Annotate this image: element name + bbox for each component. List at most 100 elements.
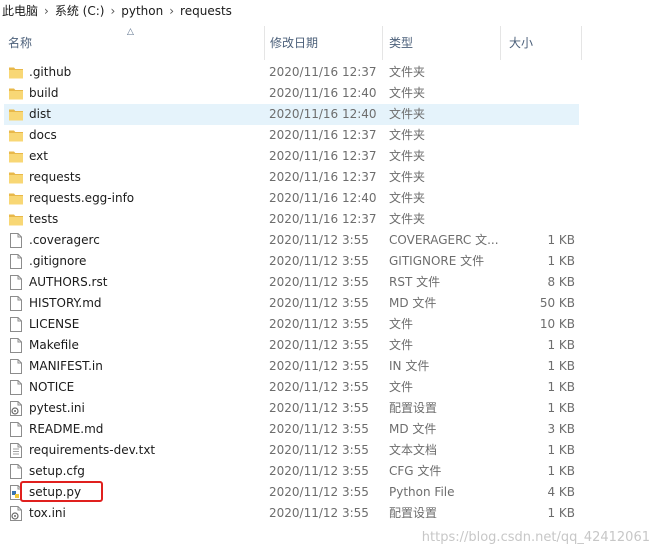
file-icon	[9, 230, 25, 251]
column-header-row: 名称 △ 修改日期 类型 大小	[0, 26, 658, 60]
file-date: 2020/11/16 12:40	[269, 107, 377, 121]
folder-row[interactable]: requests.egg-info 2020/11/16 12:40 文件夹	[0, 188, 658, 209]
file-name[interactable]: AUTHORS.rst	[29, 272, 261, 293]
file-row[interactable]: .gitignore 2020/11/12 3:55 GITIGNORE 文件 …	[0, 251, 658, 272]
folder-icon	[9, 209, 25, 230]
breadcrumb-separator-icon: ›	[110, 4, 116, 18]
file-row[interactable]: pytest.ini 2020/11/12 3:55 配置设置 1 KB	[0, 398, 658, 419]
file-name[interactable]: requests.egg-info	[29, 188, 261, 209]
file-row[interactable]: MANIFEST.in 2020/11/12 3:55 IN 文件 1 KB	[0, 356, 658, 377]
highlight-annotation	[20, 481, 103, 502]
file-date: 2020/11/12 3:55	[269, 485, 369, 499]
folder-row[interactable]: .github 2020/11/16 12:37 文件夹	[0, 62, 658, 83]
file-name[interactable]: .coveragerc	[29, 230, 261, 251]
file-size: 1 KB	[547, 380, 575, 394]
file-name[interactable]: requests	[29, 167, 261, 188]
file-size: 1 KB	[547, 506, 575, 520]
file-date: 2020/11/12 3:55	[269, 317, 369, 331]
file-type: 文件夹	[389, 191, 426, 205]
column-header-name[interactable]: 名称 △	[0, 26, 264, 60]
file-row[interactable]: NOTICE 2020/11/12 3:55 文件 1 KB	[0, 377, 658, 398]
file-name[interactable]: LICENSE	[29, 314, 261, 335]
folder-icon	[9, 125, 25, 146]
column-header-date[interactable]: 修改日期	[264, 26, 382, 60]
file-icon	[9, 356, 25, 377]
file-size: 1 KB	[547, 464, 575, 478]
folder-icon	[9, 83, 25, 104]
file-size: 4 KB	[547, 485, 575, 499]
file-size	[500, 62, 575, 83]
file-type: IN 文件	[389, 359, 430, 373]
file-type: GITIGNORE 文件	[389, 254, 485, 268]
file-name[interactable]: requirements-dev.txt	[29, 440, 261, 461]
file-row[interactable]: .coveragerc 2020/11/12 3:55 COVERAGERC 文…	[0, 230, 658, 251]
file-date: 2020/11/12 3:55	[269, 506, 369, 520]
breadcrumb-separator-icon: ›	[44, 4, 49, 18]
file-name[interactable]: .github	[29, 62, 261, 83]
file-date: 2020/11/12 3:55	[269, 359, 369, 373]
file-size: 1 KB	[547, 401, 575, 415]
file-row[interactable]: Makefile 2020/11/12 3:55 文件 1 KB	[0, 335, 658, 356]
file-date: 2020/11/16 12:40	[269, 86, 377, 100]
file-name[interactable]: docs	[29, 125, 261, 146]
file-size: 1 KB	[547, 338, 575, 352]
file-type: CFG 文件	[389, 464, 442, 478]
column-header-size[interactable]: 大小	[500, 26, 582, 60]
file-type: 文件夹	[389, 128, 426, 142]
folder-row[interactable]: requests 2020/11/16 12:37 文件夹	[0, 167, 658, 188]
file-date: 2020/11/12 3:55	[269, 401, 369, 415]
folder-icon	[9, 188, 25, 209]
file-row[interactable]: setup.cfg 2020/11/12 3:55 CFG 文件 1 KB	[0, 461, 658, 482]
file-type: RST 文件	[389, 275, 441, 289]
file-name[interactable]: MANIFEST.in	[29, 356, 261, 377]
file-date: 2020/11/12 3:55	[269, 380, 369, 394]
file-row[interactable]: tox.ini 2020/11/12 3:55 配置设置 1 KB	[0, 503, 658, 524]
folder-row[interactable]: docs 2020/11/16 12:37 文件夹	[0, 125, 658, 146]
file-name[interactable]: README.md	[29, 419, 261, 440]
file-type: 文件夹	[389, 107, 426, 121]
file-size	[500, 188, 575, 209]
file-size: 1 KB	[547, 254, 575, 268]
file-list: .github 2020/11/16 12:37 文件夹 build 2020/…	[0, 62, 658, 524]
file-name[interactable]: HISTORY.md	[29, 293, 261, 314]
file-row[interactable]: AUTHORS.rst 2020/11/12 3:55 RST 文件 8 KB	[0, 272, 658, 293]
file-name[interactable]: .gitignore	[29, 251, 261, 272]
file-name[interactable]: tests	[29, 209, 261, 230]
column-header-type[interactable]: 类型	[382, 26, 500, 60]
file-type: 配置设置	[389, 401, 438, 415]
file-row[interactable]: README.md 2020/11/12 3:55 MD 文件 3 KB	[0, 419, 658, 440]
file-row[interactable]: requirements-dev.txt 2020/11/12 3:55 文本文…	[0, 440, 658, 461]
file-date: 2020/11/12 3:55	[269, 443, 369, 457]
file-size: 8 KB	[547, 275, 575, 289]
file-icon	[9, 251, 25, 272]
file-name[interactable]: NOTICE	[29, 377, 261, 398]
folder-row[interactable]: dist 2020/11/16 12:40 文件夹	[0, 104, 658, 125]
config-file-icon	[9, 503, 25, 524]
file-date: 2020/11/16 12:37	[269, 128, 377, 142]
breadcrumb-item-requests[interactable]: requests	[177, 1, 235, 21]
breadcrumb-item-drive-c[interactable]: 系统 (C:)	[52, 1, 108, 21]
breadcrumb: 此电脑 › 系统 (C:) › python › requests	[0, 0, 658, 22]
file-date: 2020/11/16 12:37	[269, 65, 377, 79]
file-type: 文本文档	[389, 443, 438, 457]
file-name[interactable]: tox.ini	[29, 503, 261, 524]
folder-row[interactable]: build 2020/11/16 12:40 文件夹	[0, 83, 658, 104]
folder-row[interactable]: tests 2020/11/16 12:37 文件夹	[0, 209, 658, 230]
file-name[interactable]: pytest.ini	[29, 398, 261, 419]
file-size	[500, 167, 575, 188]
breadcrumb-item-this-pc[interactable]: 此电脑	[0, 1, 41, 21]
breadcrumb-item-python[interactable]: python	[118, 1, 166, 21]
folder-row[interactable]: ext 2020/11/16 12:37 文件夹	[0, 146, 658, 167]
file-type: COVERAGERC 文...	[389, 233, 499, 247]
file-size: 10 KB	[539, 317, 575, 331]
file-name[interactable]: Makefile	[29, 335, 261, 356]
file-size: 50 KB	[539, 296, 575, 310]
file-row[interactable]: LICENSE 2020/11/12 3:55 文件 10 KB	[0, 314, 658, 335]
file-row[interactable]: HISTORY.md 2020/11/12 3:55 MD 文件 50 KB	[0, 293, 658, 314]
file-name[interactable]: ext	[29, 146, 261, 167]
file-date: 2020/11/12 3:55	[269, 422, 369, 436]
file-name[interactable]: setup.cfg	[29, 461, 261, 482]
file-name[interactable]: dist	[29, 104, 261, 125]
file-name[interactable]: build	[29, 83, 261, 104]
file-size	[500, 83, 575, 104]
